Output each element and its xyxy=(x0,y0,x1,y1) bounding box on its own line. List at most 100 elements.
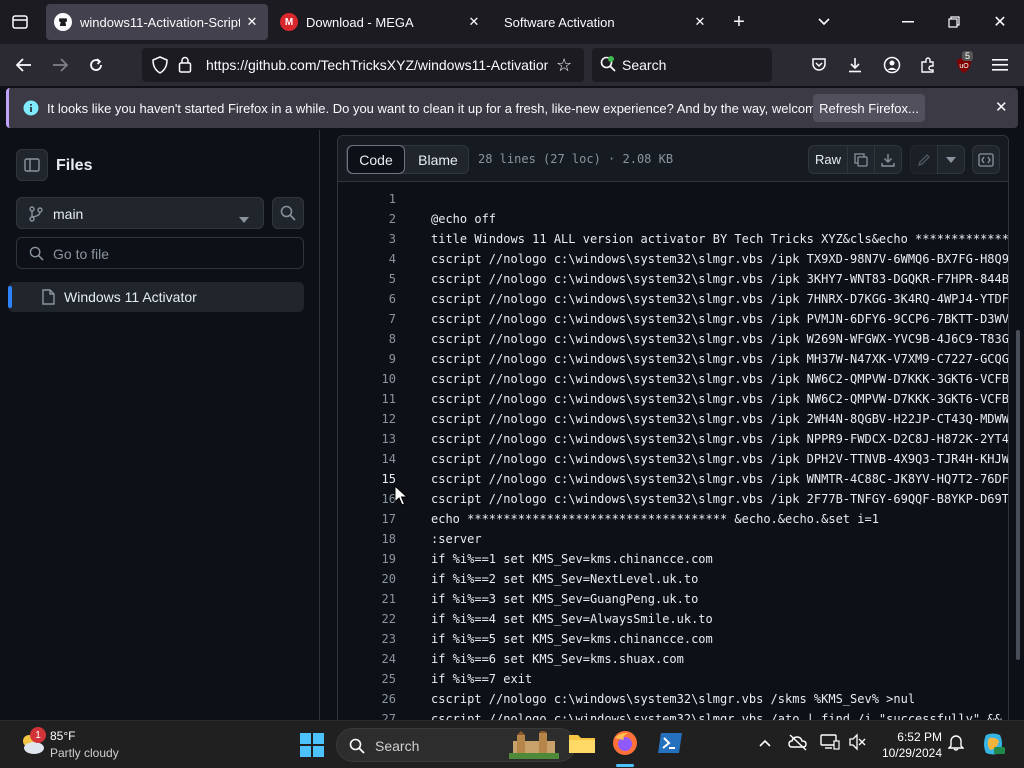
branch-selector[interactable]: main xyxy=(16,197,264,229)
account-icon[interactable] xyxy=(874,47,910,83)
refresh-firefox-button[interactable]: Refresh Firefox... xyxy=(813,94,925,122)
line-number[interactable]: 7 xyxy=(338,312,396,326)
line-number[interactable]: 1 xyxy=(338,192,396,206)
raw-button[interactable]: Raw xyxy=(808,145,848,174)
notification-message: It looks like you haven't started Firefo… xyxy=(47,101,858,116)
refresh-firefox-notification: It looks like you haven't started Firefo… xyxy=(6,88,1018,128)
file-icon xyxy=(42,289,55,310)
line-number[interactable]: 15 xyxy=(338,472,396,486)
line-number[interactable]: 2 xyxy=(338,212,396,226)
close-window-icon[interactable]: ✕ xyxy=(982,4,1018,40)
line-number[interactable]: 11 xyxy=(338,392,396,406)
address-bar[interactable]: https://github.com/TechTricksXYZ/windows… xyxy=(142,48,584,82)
file-header: Code Blame 28 lines (27 loc) · 2.08 KB R… xyxy=(338,136,1008,182)
collapse-sidebar-icon[interactable] xyxy=(16,149,48,181)
line-number[interactable]: 17 xyxy=(338,512,396,526)
show-hidden-icons-chevron-icon[interactable] xyxy=(758,735,772,753)
line-number[interactable]: 9 xyxy=(338,352,396,366)
line-number[interactable]: 23 xyxy=(338,632,396,646)
file-name: Windows 11 Activator xyxy=(64,289,197,305)
go-to-file-placeholder: Go to file xyxy=(53,246,110,262)
line-number[interactable]: 12 xyxy=(338,412,396,426)
line-number[interactable]: 5 xyxy=(338,272,396,286)
code-tab[interactable]: Code xyxy=(347,145,405,174)
hamburger-menu-icon[interactable] xyxy=(982,47,1018,83)
edit-menu-caret-icon[interactable] xyxy=(937,145,965,174)
tab-software-activation[interactable]: Software Activation ✕ xyxy=(494,4,716,40)
caret-down-icon xyxy=(239,210,249,228)
close-notification-icon[interactable]: ✕ xyxy=(995,98,1008,116)
code-line: cscript //nologo c:\windows\system32\slm… xyxy=(431,332,1009,346)
navigation-toolbar: https://github.com/TechTricksXYZ/windows… xyxy=(0,44,1024,86)
list-all-tabs-chevron-icon[interactable] xyxy=(806,4,842,40)
code-line: if %i%==2 set KMS_Sev=NextLevel.uk.to xyxy=(431,572,699,586)
network-icon[interactable] xyxy=(820,733,840,756)
copy-raw-icon[interactable] xyxy=(847,145,875,174)
tracking-protection-shield-icon[interactable] xyxy=(152,56,168,79)
page-scrollbar[interactable] xyxy=(1016,330,1020,660)
go-to-file-input[interactable]: Go to file xyxy=(16,237,304,269)
github-favicon-icon xyxy=(54,13,72,31)
symbols-panel-icon[interactable] xyxy=(972,145,1000,174)
edit-pencil-icon[interactable] xyxy=(910,145,938,174)
tab-title: Download - MEGA xyxy=(306,14,414,30)
firefox-taskbar-icon[interactable] xyxy=(612,730,638,761)
volume-muted-icon[interactable] xyxy=(848,733,866,756)
search-files-button[interactable] xyxy=(272,197,304,229)
line-number[interactable]: 25 xyxy=(338,672,396,686)
line-number[interactable]: 26 xyxy=(338,692,396,706)
line-number[interactable]: 16 xyxy=(338,492,396,506)
search-bar[interactable]: Search xyxy=(592,48,772,82)
clock-date: 10/29/2024 xyxy=(881,746,942,760)
line-number[interactable]: 8 xyxy=(338,332,396,346)
close-tab-icon[interactable]: ✕ xyxy=(462,10,486,34)
line-number[interactable]: 24 xyxy=(338,652,396,666)
line-number[interactable]: 20 xyxy=(338,572,396,586)
back-arrow-icon[interactable] xyxy=(6,47,42,83)
line-number[interactable]: 4 xyxy=(338,252,396,266)
ublock-origin-icon[interactable]: uO 5 xyxy=(946,47,982,83)
line-number[interactable]: 18 xyxy=(338,532,396,546)
line-number[interactable]: 13 xyxy=(338,432,396,446)
taskbar-search-box[interactable]: Search xyxy=(336,728,576,762)
forward-arrow-icon[interactable] xyxy=(42,47,78,83)
system-clock[interactable]: 6:52 PM 10/29/2024 xyxy=(872,729,942,761)
pocket-icon[interactable] xyxy=(801,47,837,83)
close-tab-icon[interactable]: ✕ xyxy=(240,10,264,34)
new-tab-plus-icon[interactable]: + xyxy=(721,4,757,40)
notifications-bell-icon[interactable] xyxy=(947,733,965,756)
line-number[interactable]: 27 xyxy=(338,712,396,720)
restore-window-icon[interactable] xyxy=(936,4,972,40)
tab-mega[interactable]: M Download - MEGA ✕ xyxy=(272,4,490,40)
mouse-cursor-icon xyxy=(394,484,409,512)
cloud-sync-off-icon[interactable] xyxy=(788,733,808,756)
line-number[interactable]: 14 xyxy=(338,452,396,466)
powershell-icon[interactable] xyxy=(657,731,683,760)
blame-tab[interactable]: Blame xyxy=(409,146,467,173)
download-raw-icon[interactable] xyxy=(874,145,902,174)
downloads-icon[interactable] xyxy=(837,47,873,83)
reload-icon[interactable] xyxy=(78,47,114,83)
extensions-puzzle-icon[interactable] xyxy=(910,47,946,83)
browser-tab-strip: windows11-Activation-Script/W ✕ M Downlo… xyxy=(0,0,1024,44)
line-number[interactable]: 6 xyxy=(338,292,396,306)
code-lines[interactable]: 1 2 @echo off 3 title Windows 11 ALL version… xyxy=(338,183,1009,720)
tab-github[interactable]: windows11-Activation-Script/W ✕ xyxy=(46,4,268,40)
file-explorer-icon[interactable] xyxy=(568,731,596,760)
line-number[interactable]: 22 xyxy=(338,612,396,626)
code-line: cscript //nologo c:\windows\system32\slm… xyxy=(431,272,1009,286)
windows-taskbar: 1 85°F Partly cloudy Search 6:52 PM 10/2… xyxy=(0,720,1024,768)
windows-start-icon[interactable] xyxy=(300,733,324,762)
line-number[interactable]: 21 xyxy=(338,592,396,606)
close-tab-icon[interactable]: ✕ xyxy=(688,10,712,34)
minimize-window-icon[interactable] xyxy=(890,4,926,40)
file-tree-item-windows-11-activator[interactable]: Windows 11 Activator xyxy=(8,282,304,312)
line-number[interactable]: 19 xyxy=(338,552,396,566)
code-line: cscript //nologo c:\windows\system32\slm… xyxy=(431,432,1009,446)
bookmark-star-icon[interactable]: ☆ xyxy=(556,55,572,76)
line-number[interactable]: 3 xyxy=(338,232,396,246)
line-number[interactable]: 10 xyxy=(338,372,396,386)
copilot-icon[interactable] xyxy=(980,731,1006,762)
lock-icon[interactable] xyxy=(178,56,192,78)
tab-groups-icon[interactable] xyxy=(2,4,38,40)
